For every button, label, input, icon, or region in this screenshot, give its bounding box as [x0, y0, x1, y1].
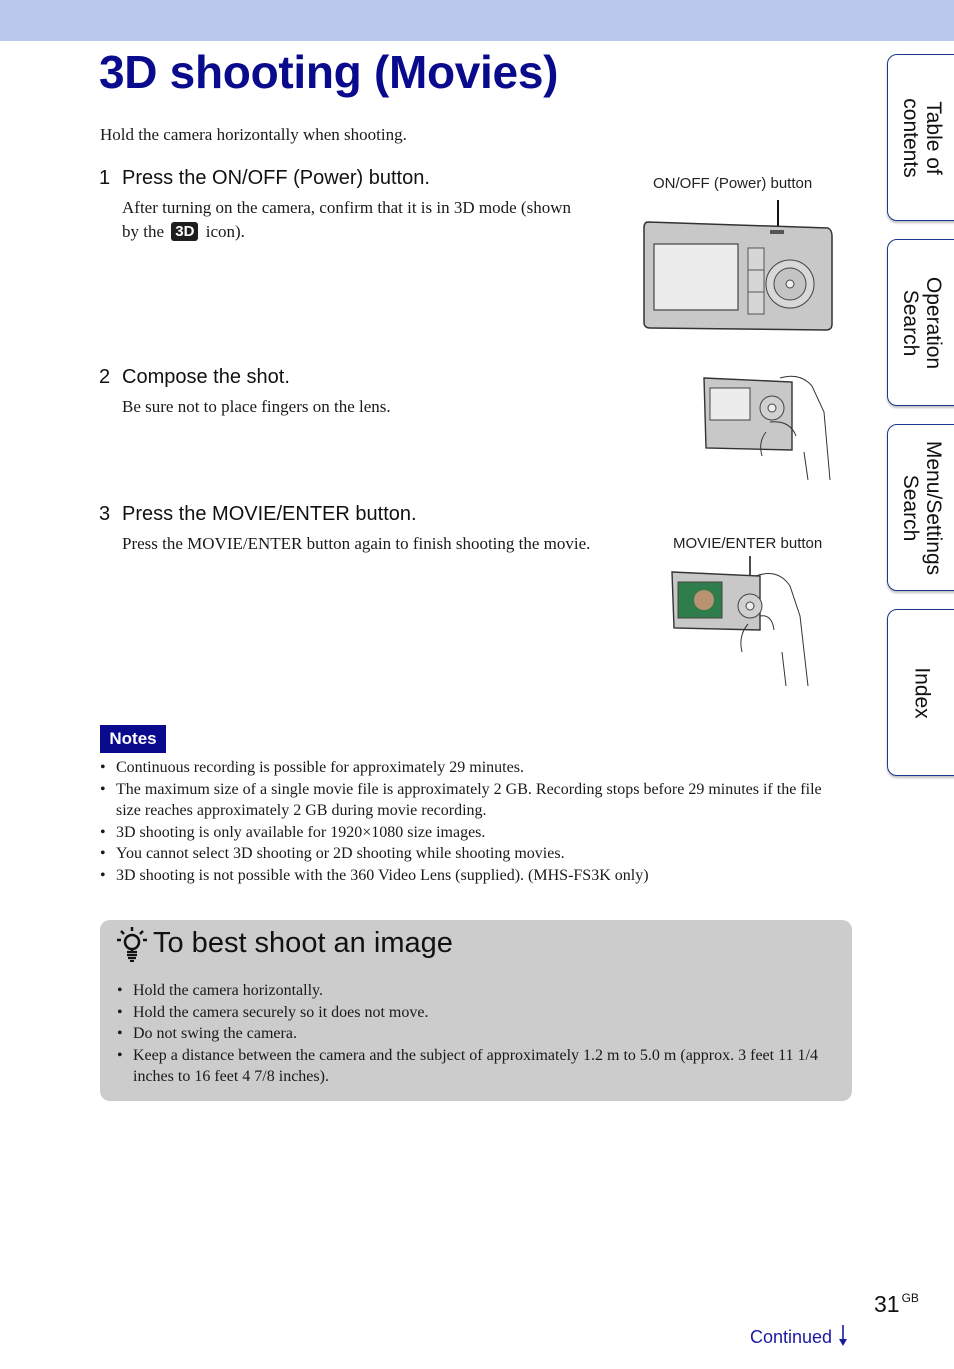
camera-movie-illustration	[671, 556, 809, 687]
figure-label-movie-enter: MOVIE/ENTER button	[673, 535, 823, 552]
note-item: 3D shooting is only available for 1920×1…	[100, 822, 850, 844]
3d-mode-icon: 3D	[171, 222, 199, 241]
intro-text: Hold the camera horizontally when shooti…	[100, 125, 407, 144]
step-3-body: Press the MOVIE/ENTER button again to fi…	[122, 534, 591, 553]
step-number: 1	[99, 167, 111, 189]
tip-item: Hold the camera securely so it does not …	[117, 1002, 842, 1024]
tab-operation-search[interactable]: Operation Search	[887, 239, 954, 406]
page-number: 31 GB	[874, 1291, 919, 1317]
continued-label: Continued	[750, 1327, 833, 1347]
camera-handheld-illustration	[703, 375, 831, 481]
tab-label: Table of contents	[899, 97, 945, 178]
step-number: 2	[99, 366, 111, 388]
tab-menu-settings-search[interactable]: Menu/Settings Search	[887, 424, 954, 591]
tip-item: Keep a distance between the camera and t…	[117, 1045, 842, 1088]
step-title: Press the MOVIE/ENTER button.	[122, 503, 417, 525]
note-item: You cannot select 3D shooting or 2D shoo…	[100, 843, 850, 865]
camera-front-illustration	[643, 200, 833, 331]
note-item: 3D shooting is not possible with the 360…	[100, 865, 850, 887]
step-3-heading: 3 Press the MOVIE/ENTER button.	[99, 503, 417, 526]
page-region-suffix: GB	[901, 1291, 919, 1305]
note-item: The maximum size of a single movie file …	[100, 779, 850, 822]
step-1-body: After turning on the camera, confirm tha…	[122, 196, 592, 244]
continued-link[interactable]: Continued	[750, 1324, 849, 1348]
notes-list: Continuous recording is possible for app…	[100, 757, 850, 886]
header-band	[0, 0, 954, 41]
step-1-heading: 1 Press the ON/OFF (Power) button.	[99, 167, 430, 190]
tab-label: Index	[910, 666, 934, 719]
figure-label-power: ON/OFF (Power) button	[653, 175, 813, 192]
tip-item: Hold the camera horizontally.	[117, 980, 842, 1002]
tip-item: Do not swing the camera.	[117, 1023, 842, 1045]
note-item: Continuous recording is possible for app…	[100, 757, 850, 779]
notes-label: Notes	[100, 725, 166, 753]
step-1-text-end: icon).	[205, 222, 245, 241]
arrow-down-icon	[839, 1325, 848, 1346]
tab-index[interactable]: Index	[887, 609, 954, 776]
step-2-body: Be sure not to place fingers on the lens…	[122, 397, 391, 416]
step-title: Compose the shot.	[122, 366, 290, 388]
page-title: 3D shooting (Movies)	[99, 46, 559, 98]
step-title: Press the ON/OFF (Power) button.	[122, 167, 430, 189]
tip-title: To best shoot an image	[153, 927, 453, 959]
step-2-heading: 2 Compose the shot.	[99, 366, 290, 389]
tab-table-of-contents[interactable]: Table of contents	[887, 54, 954, 221]
tab-label: Operation Search	[899, 276, 945, 369]
lightbulb-hint-icon	[117, 927, 147, 962]
tab-label: Menu/Settings Search	[899, 440, 945, 575]
tip-list: Hold the camera horizontally. Hold the c…	[117, 980, 842, 1088]
step-number: 3	[99, 503, 111, 525]
tip-box: To best shoot an image Hold the camera h…	[100, 920, 852, 1101]
